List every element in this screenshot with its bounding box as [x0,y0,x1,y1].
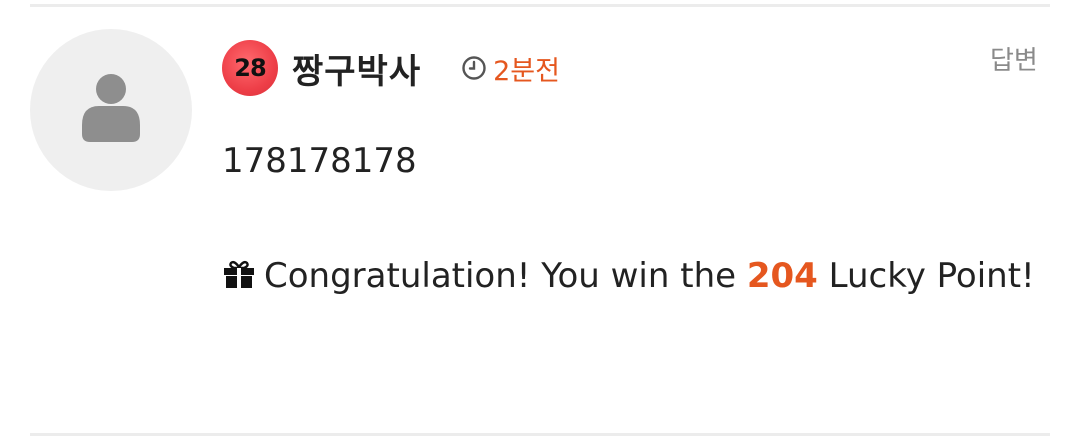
comment-content: 178178178 [222,141,417,181]
level-number: 28 [234,54,266,82]
clock-icon [462,56,486,80]
lucky-points: 204 [746,256,818,296]
reply-button[interactable]: 답변 [990,40,1038,77]
comment-header: 28 짱구박사 2분전 [222,38,560,98]
timestamp: 2분전 [461,49,560,88]
level-badge: 28 [222,40,278,96]
avatar[interactable] [30,29,192,191]
message-suffix: Lucky Point! [817,256,1035,296]
gift-icon [224,260,254,288]
lucky-point-message: Congratulation! You win the 204 Lucky Po… [222,238,1052,314]
person-icon [82,74,140,142]
username[interactable]: 짱구박사 [292,44,421,93]
time-text: 2분전 [493,55,560,87]
bottom-divider [30,433,1050,436]
message-prefix: Congratulation! You win the [264,256,747,296]
top-divider [30,4,1050,7]
